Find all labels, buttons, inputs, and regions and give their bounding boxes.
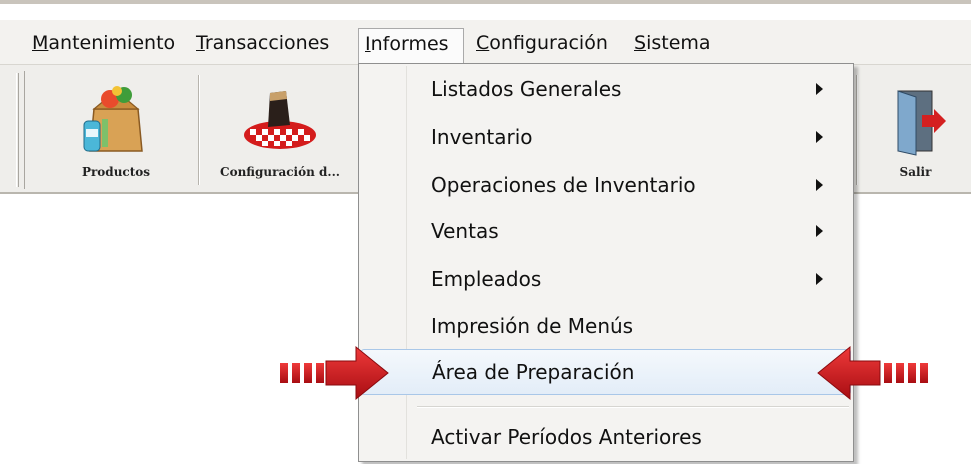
menu-item-operaciones-de-inventario[interactable]: Operaciones de Inventario <box>361 164 851 206</box>
menu-sistema[interactable]: Sistema <box>628 28 717 58</box>
accel-key: T <box>196 32 205 54</box>
informes-dropdown-menu: Listados Generales Inventario Operacione… <box>358 63 854 462</box>
menu-label: nformes <box>370 33 449 55</box>
menu-label: antenimiento <box>48 32 176 54</box>
menu-item-label: Activar Períodos Anteriores <box>431 425 702 449</box>
menu-item-label: Operaciones de Inventario <box>431 173 696 197</box>
menu-item-label: Área de Preparación <box>432 360 635 384</box>
menu-item-impresion-de-menus[interactable]: Impresión de Menús <box>361 305 851 347</box>
accel-key: C <box>476 32 490 54</box>
toolbar-separator <box>856 75 858 185</box>
menu-item-inventario[interactable]: Inventario <box>361 116 851 158</box>
exit-door-icon <box>897 90 946 156</box>
menu-mantenimiento[interactable]: Mantenimiento <box>26 28 181 58</box>
menu-transacciones[interactable]: Transacciones <box>190 28 335 58</box>
toolbar-productos-button[interactable]: Productos <box>36 73 196 187</box>
submenu-arrow-icon <box>816 131 823 143</box>
menu-item-label: Impresión de Menús <box>431 314 634 338</box>
menu-item-label: Inventario <box>431 125 533 149</box>
window-top-border <box>0 0 971 4</box>
submenu-arrow-icon <box>816 179 823 191</box>
menu-label: ransacciones <box>204 32 330 54</box>
accel-key: M <box>32 32 49 54</box>
toolbar-salir-button[interactable]: Salir <box>860 73 971 187</box>
menu-separator <box>417 406 849 408</box>
submenu-arrow-icon <box>816 225 823 237</box>
toolbar-divider <box>24 71 26 189</box>
menu-configuracion[interactable]: Configuración <box>470 28 614 58</box>
submenu-arrow-icon <box>816 83 823 95</box>
toolbar-grip[interactable] <box>16 73 19 187</box>
menu-item-ventas[interactable]: Ventas <box>361 210 851 252</box>
menu-item-area-de-preparacion[interactable]: Área de Preparación <box>361 349 851 395</box>
callout-arrow-right-icon <box>280 345 389 401</box>
menu-item-activar-periodos-anteriores[interactable]: Activar Períodos Anteriores <box>361 416 851 458</box>
menu-label: istema <box>646 32 711 54</box>
toolbar-configuracion-button[interactable]: Configuración d... <box>200 73 360 187</box>
grocery-bag-icon <box>83 86 143 152</box>
toolbar-label: Configuración d... <box>220 165 340 179</box>
callout-arrow-left-icon <box>817 345 928 401</box>
toolbar-label: Salir <box>899 165 932 179</box>
submenu-arrow-icon <box>816 273 823 285</box>
menu-label: onfiguración <box>489 32 608 54</box>
table-setting-icon <box>244 91 316 149</box>
menu-item-label: Ventas <box>431 219 499 243</box>
toolbar-label: Productos <box>81 165 151 179</box>
menu-item-label: Empleados <box>431 267 542 291</box>
menu-bar: Mantenimiento Transacciones Informes Con… <box>0 20 971 64</box>
accel-key: S <box>634 32 647 54</box>
menu-item-label: Listados Generales <box>431 77 622 101</box>
menu-item-empleados[interactable]: Empleados <box>361 258 851 300</box>
menu-item-listados-generales[interactable]: Listados Generales <box>361 68 851 110</box>
menu-informes[interactable]: Informes <box>358 28 464 64</box>
